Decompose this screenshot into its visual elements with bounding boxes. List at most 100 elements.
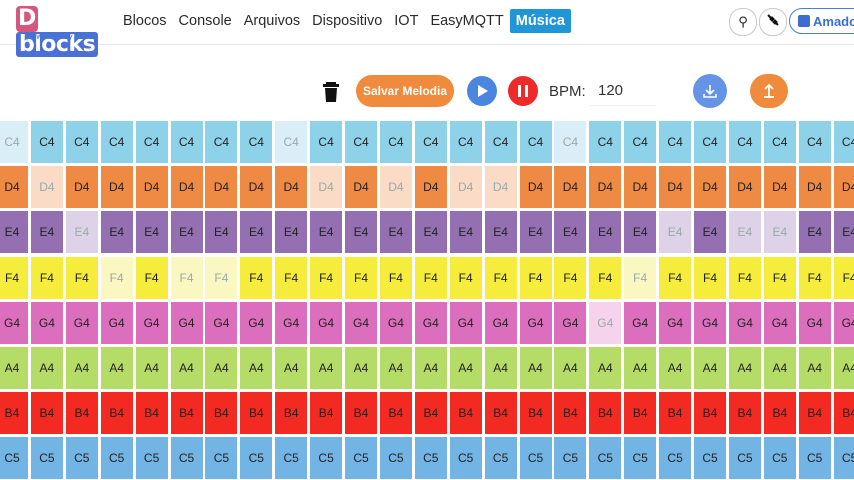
note-cell[interactable]: E4 — [414, 211, 447, 254]
nav-item-blocos[interactable]: Blocos — [117, 9, 173, 33]
note-cell[interactable]: G4 — [240, 301, 273, 344]
note-cell[interactable]: A4 — [345, 347, 377, 389]
note-cell[interactable]: D4 — [554, 166, 587, 209]
note-cell[interactable]: F4 — [275, 256, 308, 299]
note-cell[interactable]: C4 — [414, 121, 447, 163]
note-cell[interactable]: G4 — [65, 301, 98, 344]
note-cell[interactable]: G4 — [798, 301, 831, 344]
note-cell[interactable]: C4 — [275, 121, 308, 163]
note-cell[interactable]: C5 — [345, 437, 377, 480]
note-cell[interactable]: E4 — [310, 211, 343, 254]
nav-item-console[interactable]: Console — [173, 9, 238, 33]
note-cell[interactable]: B4 — [100, 392, 133, 435]
note-cell[interactable]: C4 — [345, 121, 377, 163]
note-cell[interactable]: C5 — [275, 437, 308, 480]
note-cell[interactable]: F4 — [65, 256, 98, 299]
note-cell[interactable]: G4 — [379, 301, 412, 344]
note-cell[interactable]: A4 — [554, 347, 587, 389]
note-cell[interactable]: B4 — [414, 392, 447, 435]
note-cell[interactable]: C4 — [798, 121, 831, 163]
note-cell[interactable]: D4 — [275, 166, 308, 209]
note-cell[interactable]: C5 — [240, 437, 273, 480]
note-cell[interactable]: E4 — [798, 211, 831, 254]
note-cell[interactable]: C4 — [659, 121, 692, 163]
delete-melody-button[interactable] — [322, 81, 340, 103]
note-cell[interactable]: A4 — [275, 347, 308, 389]
note-cell[interactable]: A4 — [100, 347, 133, 389]
note-cell[interactable]: A4 — [833, 347, 854, 389]
note-cell[interactable]: E4 — [554, 211, 587, 254]
note-cell[interactable]: D4 — [589, 166, 622, 209]
note-cell[interactable]: E4 — [728, 211, 761, 254]
note-cell[interactable]: G4 — [763, 301, 796, 344]
note-cell[interactable]: F4 — [310, 256, 343, 299]
note-cell[interactable]: E4 — [65, 211, 98, 254]
note-cell[interactable]: A4 — [449, 347, 482, 389]
note-cell[interactable]: D4 — [414, 166, 447, 209]
note-cell[interactable]: G4 — [0, 301, 28, 344]
note-cell[interactable]: B4 — [659, 392, 692, 435]
note-cell[interactable]: C5 — [414, 437, 447, 480]
note-cell[interactable]: D4 — [659, 166, 692, 209]
note-cell[interactable]: A4 — [240, 347, 273, 389]
save-melody-button[interactable]: Salvar Melodia — [356, 75, 454, 107]
note-cell[interactable]: A4 — [763, 347, 796, 389]
note-cell[interactable]: E4 — [449, 211, 482, 254]
nav-item-arquivos[interactable]: Arquivos — [238, 9, 306, 33]
note-cell[interactable]: D4 — [449, 166, 482, 209]
note-cell[interactable]: B4 — [833, 392, 854, 435]
note-cell[interactable]: F4 — [624, 256, 657, 299]
note-cell[interactable]: G4 — [589, 301, 622, 344]
note-cell[interactable]: G4 — [310, 301, 343, 344]
note-cell[interactable]: B4 — [240, 392, 273, 435]
note-cell[interactable]: F4 — [449, 256, 482, 299]
note-cell[interactable]: B4 — [624, 392, 657, 435]
note-cell[interactable]: B4 — [30, 392, 63, 435]
note-cell[interactable]: A4 — [0, 347, 28, 389]
note-cell[interactable]: C4 — [100, 121, 133, 163]
note-cell[interactable]: G4 — [554, 301, 587, 344]
note-cell[interactable]: C4 — [379, 121, 412, 163]
note-cell[interactable]: B4 — [798, 392, 831, 435]
note-cell[interactable]: C5 — [100, 437, 133, 480]
note-cell[interactable]: F4 — [30, 256, 63, 299]
note-cell[interactable]: C4 — [589, 121, 622, 163]
note-cell[interactable]: E4 — [205, 211, 238, 254]
note-cell[interactable]: D4 — [205, 166, 238, 209]
note-cell[interactable]: G4 — [624, 301, 657, 344]
note-cell[interactable]: F4 — [379, 256, 412, 299]
note-cell[interactable]: G4 — [30, 301, 63, 344]
note-cell[interactable]: B4 — [135, 392, 168, 435]
note-cell[interactable]: E4 — [135, 211, 168, 254]
note-cell[interactable]: C4 — [310, 121, 343, 163]
note-cell[interactable]: F4 — [0, 256, 28, 299]
note-cell[interactable]: D4 — [833, 166, 854, 209]
note-cell[interactable]: C4 — [449, 121, 482, 163]
note-cell[interactable]: B4 — [449, 392, 482, 435]
note-cell[interactable]: B4 — [205, 392, 238, 435]
pause-button[interactable] — [508, 76, 538, 106]
note-cell[interactable]: F4 — [414, 256, 447, 299]
download-button[interactable] — [693, 74, 727, 108]
note-cell[interactable]: B4 — [519, 392, 552, 435]
note-cell[interactable]: C4 — [728, 121, 761, 163]
note-cell[interactable]: C5 — [659, 437, 692, 480]
note-cell[interactable]: E4 — [345, 211, 377, 254]
note-cell[interactable]: F4 — [728, 256, 761, 299]
note-cell[interactable]: C5 — [65, 437, 98, 480]
note-cell[interactable]: E4 — [379, 211, 412, 254]
note-cell[interactable]: E4 — [589, 211, 622, 254]
note-cell[interactable]: G4 — [205, 301, 238, 344]
note-cell[interactable]: F4 — [694, 256, 726, 299]
note-cell[interactable]: A4 — [205, 347, 238, 389]
note-cell[interactable]: C5 — [624, 437, 657, 480]
note-cell[interactable]: F4 — [135, 256, 168, 299]
note-cell[interactable]: F4 — [484, 256, 517, 299]
note-cell[interactable]: C5 — [379, 437, 412, 480]
note-cell[interactable]: D4 — [379, 166, 412, 209]
note-cell[interactable]: C4 — [484, 121, 517, 163]
note-cell[interactable]: D4 — [798, 166, 831, 209]
note-cell[interactable]: A4 — [30, 347, 63, 389]
note-cell[interactable]: C5 — [30, 437, 63, 480]
nav-item-easymqtt[interactable]: EasyMQTT — [424, 9, 509, 33]
